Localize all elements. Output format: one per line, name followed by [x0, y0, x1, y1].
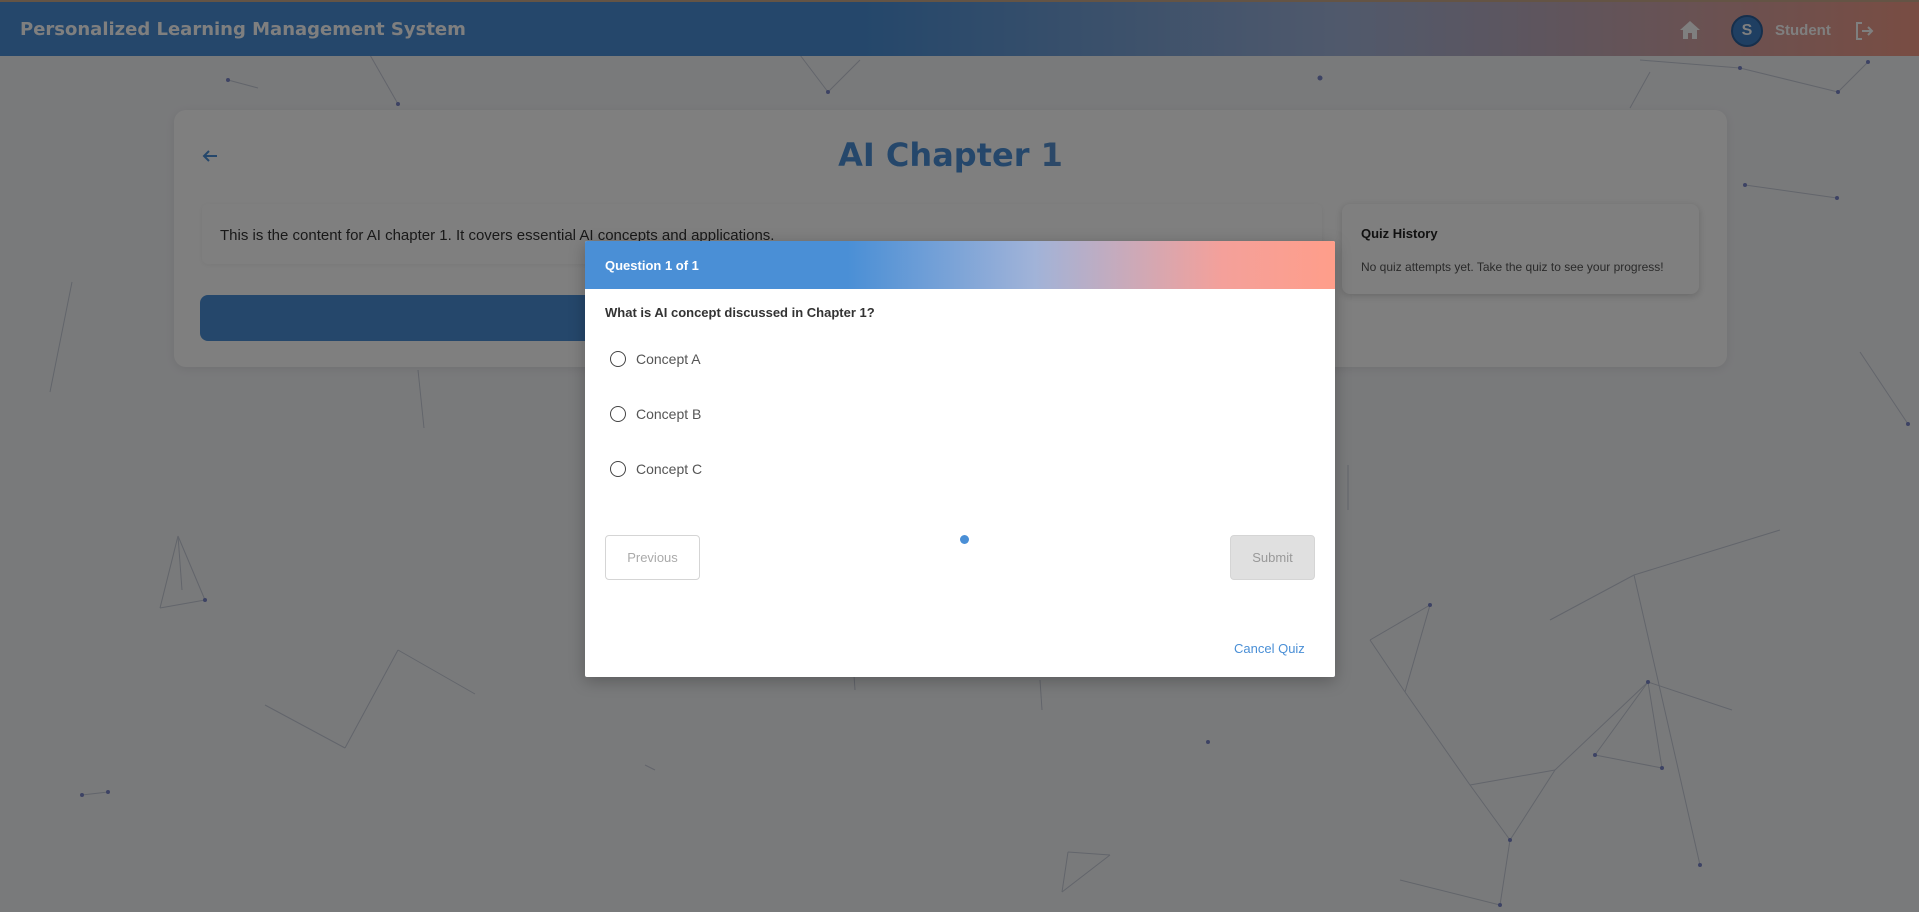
cancel-quiz-link[interactable]: Cancel Quiz: [1234, 641, 1305, 656]
radio-button[interactable]: [610, 461, 626, 477]
question-text: What is AI concept discussed in Chapter …: [605, 305, 875, 320]
question-counter: Question 1 of 1: [605, 258, 699, 273]
option-label: Concept A: [636, 351, 701, 367]
option-concept-b[interactable]: Concept B: [610, 404, 701, 424]
option-label: Concept C: [636, 461, 703, 477]
option-concept-a[interactable]: Concept A: [610, 349, 701, 369]
submit-button[interactable]: Submit: [1230, 535, 1315, 580]
option-label: Concept B: [636, 406, 702, 422]
quiz-modal: Question 1 of 1 What is AI concept discu…: [585, 241, 1335, 677]
radio-button[interactable]: [610, 351, 626, 367]
previous-button[interactable]: Previous: [605, 535, 700, 580]
question-progress-dot[interactable]: [960, 535, 969, 544]
option-concept-c[interactable]: Concept C: [610, 459, 702, 479]
quiz-modal-header: Question 1 of 1: [585, 241, 1335, 289]
radio-button[interactable]: [610, 406, 626, 422]
